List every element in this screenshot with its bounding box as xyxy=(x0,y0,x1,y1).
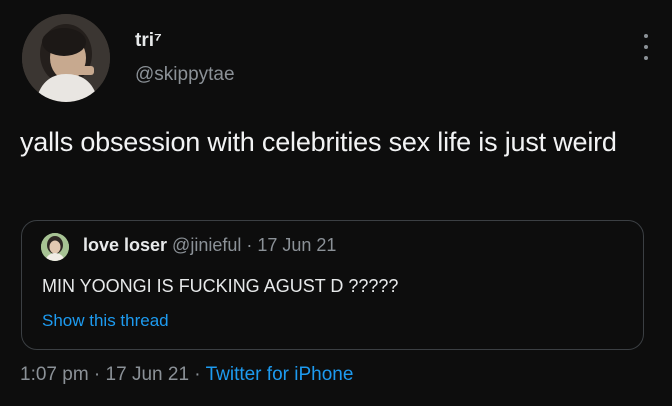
quoted-meta: @jinieful · 17 Jun 21 xyxy=(167,235,337,255)
more-dot xyxy=(644,34,648,38)
tweet-time[interactable]: 1:07 pm xyxy=(20,364,89,385)
quoted-display-name[interactable]: love loser xyxy=(83,235,167,255)
footer-separator: · xyxy=(88,364,106,385)
author-handle[interactable]: @skippytae xyxy=(135,64,235,86)
quoted-header: love loser @jinieful · 17 Jun 21 xyxy=(83,235,336,256)
quoted-author-avatar[interactable] xyxy=(41,233,69,261)
quoted-text: MIN YOONGI IS FUCKING AGUST D ????? xyxy=(42,276,399,296)
tweet-date[interactable]: 17 Jun 21 xyxy=(106,364,189,385)
tweet-source-link[interactable]: Twitter for iPhone xyxy=(206,364,354,385)
author-avatar[interactable] xyxy=(22,14,110,102)
quoted-tweet-card[interactable]: love loser @jinieful · 17 Jun 21 MIN YOO… xyxy=(21,220,644,350)
tweet-footer: 1:07 pm · 17 Jun 21 · Twitter for iPhone xyxy=(20,364,353,386)
show-thread-link[interactable]: Show this thread xyxy=(42,311,169,331)
author-avatar-image xyxy=(22,14,110,102)
tweet: tri⁷ @skippytae yalls obsession with cel… xyxy=(0,0,672,406)
more-options-icon[interactable] xyxy=(638,34,654,60)
quoted-avatar-image xyxy=(41,233,69,261)
more-dot xyxy=(644,56,648,60)
author-display-name[interactable]: tri⁷ xyxy=(135,30,162,52)
more-dot xyxy=(644,45,648,49)
tweet-text: yalls obsession with celebrities sex lif… xyxy=(20,127,617,157)
footer-separator: · xyxy=(189,364,206,385)
